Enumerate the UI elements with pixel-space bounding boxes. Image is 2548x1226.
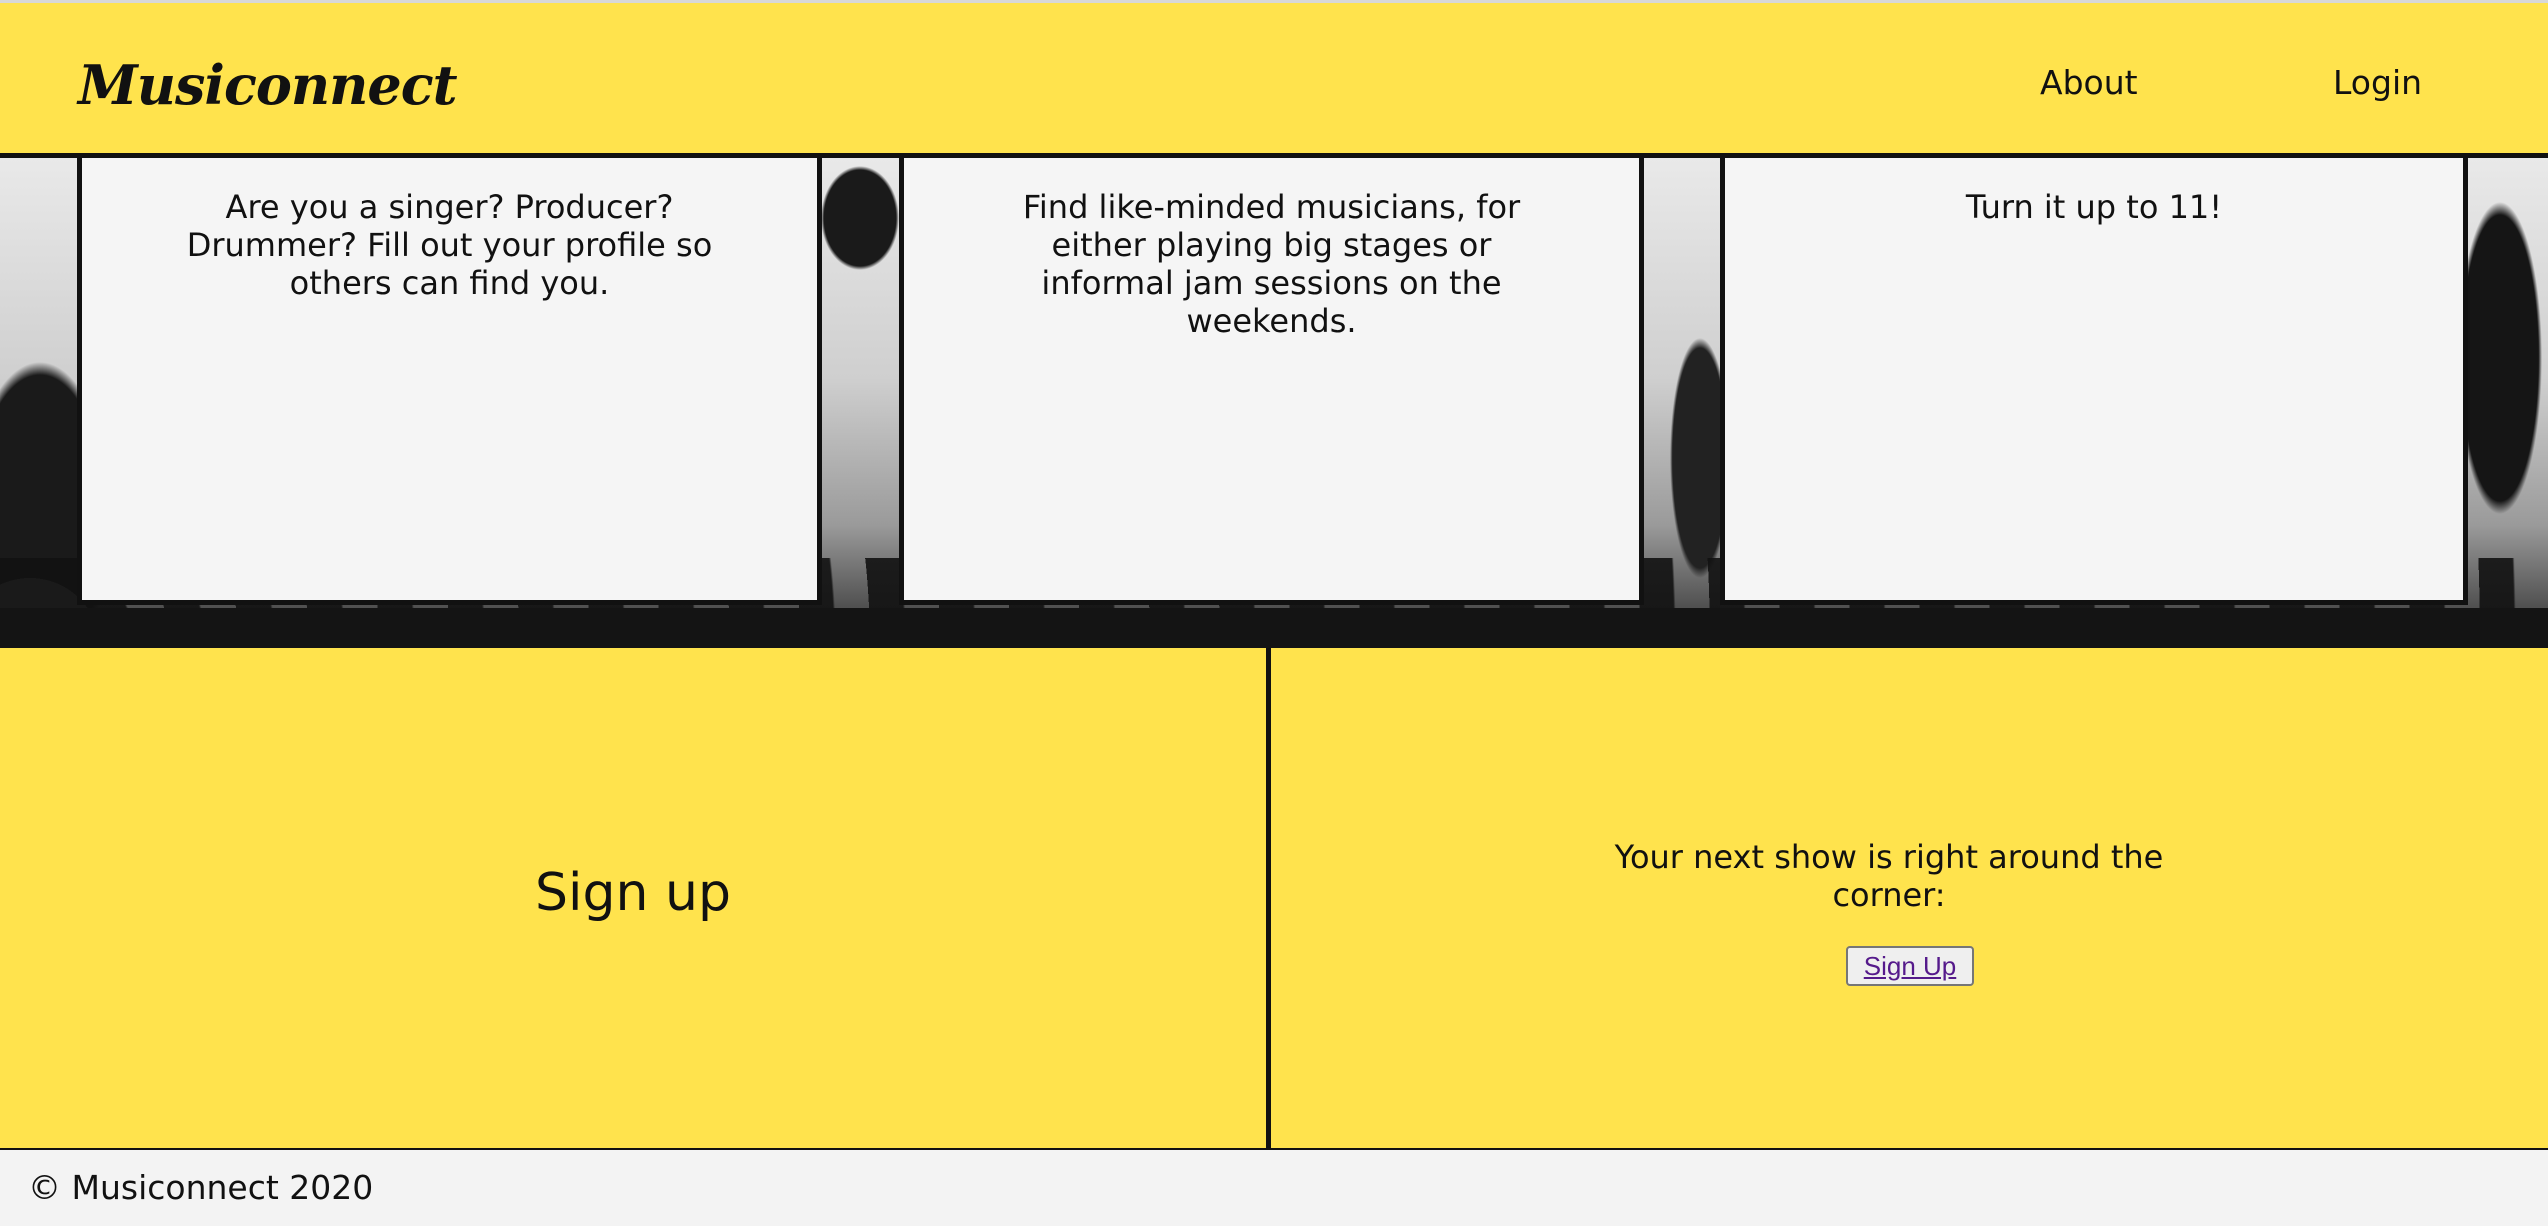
site-footer: © Musiconnect 2020 — [0, 1148, 2548, 1226]
sign-up-button[interactable]: Sign Up — [1846, 946, 1974, 986]
concert-crowd-silhouette — [0, 608, 2548, 648]
site-logo[interactable]: Musiconnect — [78, 53, 458, 117]
feature-card-turn-it-up: Turn it up to 11! — [1720, 158, 2468, 605]
site-header: Musiconnect About Login — [0, 0, 2548, 158]
signup-heading-panel: Sign up — [0, 648, 1271, 1148]
nav-about-link[interactable]: About — [2040, 63, 2138, 102]
signup-description: Your next show is right around the corne… — [1614, 838, 2164, 914]
signup-heading: Sign up — [535, 863, 731, 923]
signup-cta-panel: Your next show is right around the corne… — [1271, 648, 2548, 1148]
feature-card-text: Turn it up to 11! — [1965, 188, 2223, 226]
feature-card-text: Find like-minded musicians, for either p… — [1022, 188, 1521, 340]
feature-card-text: Are you a singer? Producer? Drummer? Fil… — [186, 188, 713, 302]
hero-section: Are you a singer? Producer? Drummer? Fil… — [0, 158, 2548, 648]
footer-copyright: © Musiconnect 2020 — [28, 1168, 374, 1207]
feature-card-profile: Are you a singer? Producer? Drummer? Fil… — [77, 158, 822, 605]
feature-card-find-musicians: Find like-minded musicians, for either p… — [899, 158, 1644, 605]
nav-login-link[interactable]: Login — [2333, 63, 2422, 102]
